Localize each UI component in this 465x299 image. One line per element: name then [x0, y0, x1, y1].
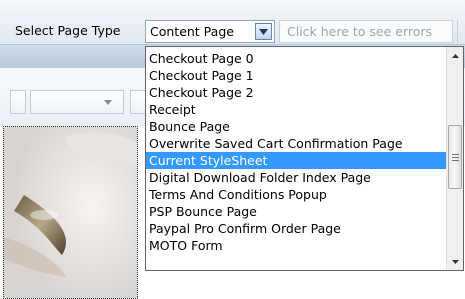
select-page-type-label: Select Page Type — [15, 23, 121, 38]
dropdown-scrollbar[interactable] — [446, 47, 463, 270]
arrow-down-icon[interactable] — [447, 253, 464, 270]
dropdown-option[interactable]: Bounce Page — [146, 118, 447, 135]
toolbar-separator — [457, 20, 458, 43]
dropdown-option[interactable]: Terms And Conditions Popup — [146, 186, 447, 203]
dropdown-option[interactable]: Current StyleSheet — [146, 152, 447, 169]
chevron-down-icon[interactable] — [98, 90, 118, 114]
product-photo — [4, 127, 137, 298]
obscured-page-text — [150, 273, 450, 299]
chevron-down-icon[interactable] — [255, 23, 272, 40]
page-type-dropdown-list[interactable]: Checkout Page 0 Checkout Page 1 Checkout P… — [145, 46, 464, 271]
dropdown-options: Checkout Page 0 Checkout Page 1 Checkout P… — [146, 50, 447, 254]
dropdown-option[interactable]: MOTO Form — [146, 237, 447, 254]
errors-link-box[interactable]: Click here to see errors — [279, 20, 453, 43]
toolbar-field-small[interactable] — [10, 90, 26, 114]
dropdown-option[interactable]: Receipt — [146, 101, 447, 118]
dropdown-option[interactable]: Checkout Page 0 — [146, 50, 447, 67]
dropdown-option[interactable]: Overwrite Saved Cart Confirmation Page — [146, 135, 447, 152]
dropdown-option[interactable]: Checkout Page 1 — [146, 67, 447, 84]
grip-icon — [451, 153, 459, 161]
page-type-select-value: Content Page — [150, 24, 234, 39]
arrow-up-icon[interactable] — [447, 47, 464, 64]
dropdown-option[interactable]: Checkout Page 2 — [146, 84, 447, 101]
page-preview-canvas — [3, 126, 138, 299]
scrollbar-thumb[interactable] — [448, 125, 462, 189]
page-type-select[interactable]: Content Page — [145, 20, 275, 43]
errors-link[interactable]: Click here to see errors — [287, 24, 432, 39]
dropdown-option[interactable]: Digital Download Folder Index Page — [146, 169, 447, 186]
dropdown-option[interactable]: PSP Bounce Page — [146, 203, 447, 220]
dropdown-option[interactable]: Paypal Pro Confirm Order Page — [146, 220, 447, 237]
